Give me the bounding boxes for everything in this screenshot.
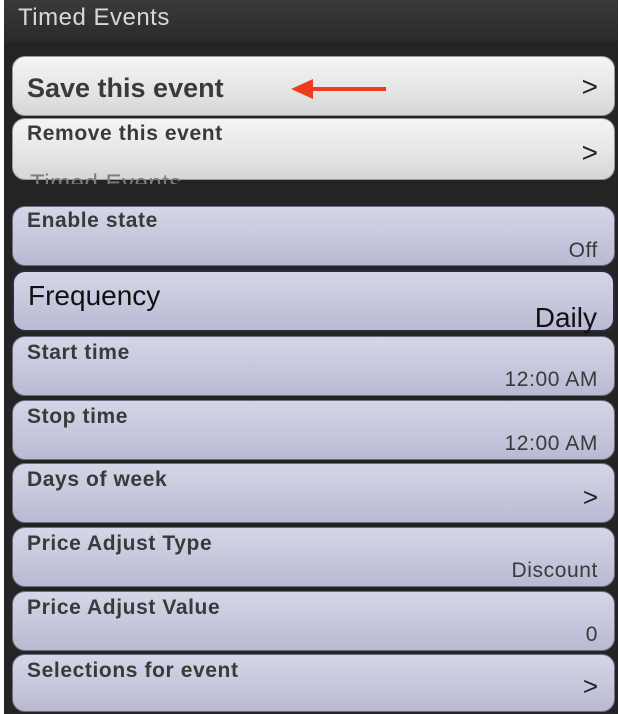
setting-label: Frequency	[28, 280, 161, 311]
chevron-right-icon: >	[582, 482, 598, 512]
remove-event-label: Remove this event	[27, 122, 223, 145]
setting-start-time[interactable]: Start time 12:00 AM	[12, 336, 615, 396]
setting-label: Selections for event	[27, 659, 239, 682]
setting-days-of-week[interactable]: Days of week >	[12, 463, 615, 523]
setting-stop-time[interactable]: Stop time 12:00 AM	[12, 400, 615, 460]
setting-value: 12:00 AM	[504, 432, 598, 455]
setting-label: Enable state	[27, 209, 158, 232]
setting-price-adjust-type[interactable]: Price Adjust Type Discount	[12, 527, 615, 587]
setting-enable-state[interactable]: Enable state Off	[12, 206, 615, 266]
setting-label: Days of week	[27, 468, 168, 491]
save-event-label: Save this event	[27, 73, 224, 103]
setting-value: Discount	[511, 559, 598, 582]
ghost-header-title: Timed Events	[30, 170, 182, 184]
setting-label: Stop time	[27, 405, 129, 428]
chevron-right-icon: >	[581, 137, 598, 168]
setting-frequency[interactable]: Frequency Daily	[12, 270, 615, 333]
left-arrow-icon	[310, 87, 386, 91]
setting-label: Price Adjust Value	[27, 596, 221, 619]
setting-selections-for-event[interactable]: Selections for event >	[12, 654, 615, 712]
setting-label: Price Adjust Type	[27, 532, 213, 555]
setting-value: Off	[568, 239, 598, 262]
save-event-button[interactable]: Save this event >	[12, 56, 615, 116]
chevron-right-icon: >	[581, 71, 598, 102]
setting-value: 12:00 AM	[504, 368, 598, 391]
header-bar: Timed Events	[4, 0, 618, 42]
setting-value: 0	[585, 623, 598, 646]
setting-value: Daily	[534, 302, 597, 333]
page-title: Timed Events	[18, 4, 170, 31]
left-arrow-icon-head	[291, 79, 313, 99]
chevron-right-icon: >	[582, 671, 598, 701]
setting-price-adjust-value[interactable]: Price Adjust Value 0	[12, 591, 615, 651]
setting-label: Start time	[27, 341, 130, 364]
